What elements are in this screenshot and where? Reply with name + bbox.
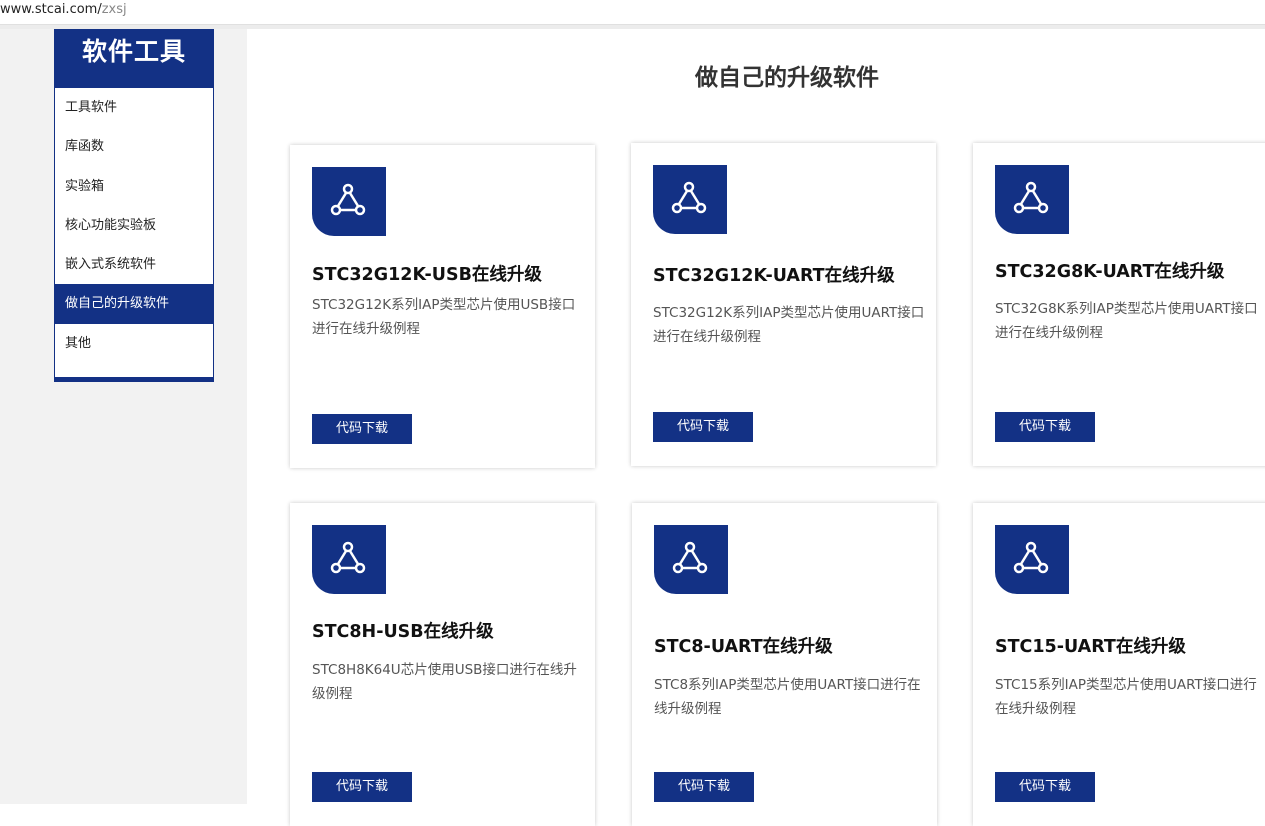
card-description: STC15系列IAP类型芯片使用UART接口进行在线升级例程 — [995, 677, 1257, 717]
card-description: STC32G12K系列IAP类型芯片使用USB接口进行在线升级例程 — [312, 297, 576, 337]
share-nodes-icon — [653, 165, 727, 234]
share-nodes-icon — [312, 167, 386, 236]
share-nodes-icon — [995, 525, 1069, 594]
card-description: STC8H8K64U芯片使用USB接口进行在线升级例程 — [312, 662, 577, 702]
address-bar[interactable]: www.stcai.com/zxsj — [0, 0, 1265, 25]
sidebar-title: 软件工具 — [55, 29, 213, 88]
download-code-button[interactable]: 代码下载 — [995, 772, 1095, 802]
card-description: STC32G12K系列IAP类型芯片使用UART接口进行在线升级例程 — [653, 305, 925, 345]
card-stc32g12k-uart: STC32G12K-UART在线升级 STC32G12K系列IAP类型芯片使用U… — [631, 143, 936, 466]
sidebar-item-upgrade[interactable]: 做自己的升级软件 — [55, 284, 213, 324]
card-title: STC8H-USB在线升级 — [312, 622, 494, 642]
download-code-button[interactable]: 代码下载 — [312, 414, 412, 444]
card-title: STC32G12K-UART在线升级 — [653, 266, 895, 286]
card-stc8h-usb: STC8H-USB在线升级 STC8H8K64U芯片使用USB接口进行在线升级例… — [290, 503, 595, 826]
card-title: STC8-UART在线升级 — [654, 637, 833, 657]
sidebar-item-tools[interactable]: 工具软件 — [55, 88, 213, 127]
share-nodes-icon — [995, 165, 1069, 234]
url-path: zxsj — [101, 2, 127, 17]
card-stc15-uart: STC15-UART在线升级 STC15系列IAP类型芯片使用UART接口进行在… — [973, 503, 1265, 826]
download-code-button[interactable]: 代码下载 — [654, 772, 754, 802]
sidebar-bottom-bar — [55, 377, 213, 381]
card-stc32g8k-uart: STC32G8K-UART在线升级 STC32G8K系列IAP类型芯片使用UAR… — [973, 143, 1265, 466]
url-host: www.stcai.com/ — [0, 2, 102, 17]
card-title: STC32G8K-UART在线升级 — [995, 262, 1225, 282]
page-title: 做自己的升级软件 — [695, 65, 879, 91]
sidebar: 软件工具 工具软件 库函数 实验箱 核心功能实验板 嵌入式系统软件 做自己的升级… — [54, 29, 214, 382]
card-title: STC32G12K-USB在线升级 — [312, 265, 542, 285]
card-stc32g12k-usb: STC32G12K-USB在线升级 STC32G12K系列IAP类型芯片使用US… — [290, 145, 595, 468]
card-description: STC32G8K系列IAP类型芯片使用UART接口进行在线升级例程 — [995, 301, 1258, 341]
download-code-button[interactable]: 代码下载 — [653, 412, 753, 442]
download-code-button[interactable]: 代码下载 — [995, 412, 1095, 442]
sidebar-item-library[interactable]: 库函数 — [55, 127, 213, 166]
sidebar-item-embedded[interactable]: 嵌入式系统软件 — [55, 245, 213, 284]
sidebar-item-lab-box[interactable]: 实验箱 — [55, 167, 213, 206]
card-title: STC15-UART在线升级 — [995, 637, 1186, 657]
share-nodes-icon — [654, 525, 728, 594]
sidebar-item-other[interactable]: 其他 — [55, 324, 213, 363]
card-description: STC8系列IAP类型芯片使用UART接口进行在线升级例程 — [654, 677, 921, 717]
card-stc8-uart: STC8-UART在线升级 STC8系列IAP类型芯片使用UART接口进行在线升… — [632, 503, 937, 826]
url-text: www.stcai.com/zxsj — [0, 2, 127, 17]
share-nodes-icon — [312, 525, 386, 594]
download-code-button[interactable]: 代码下载 — [312, 772, 412, 802]
sidebar-item-core-board[interactable]: 核心功能实验板 — [55, 206, 213, 245]
